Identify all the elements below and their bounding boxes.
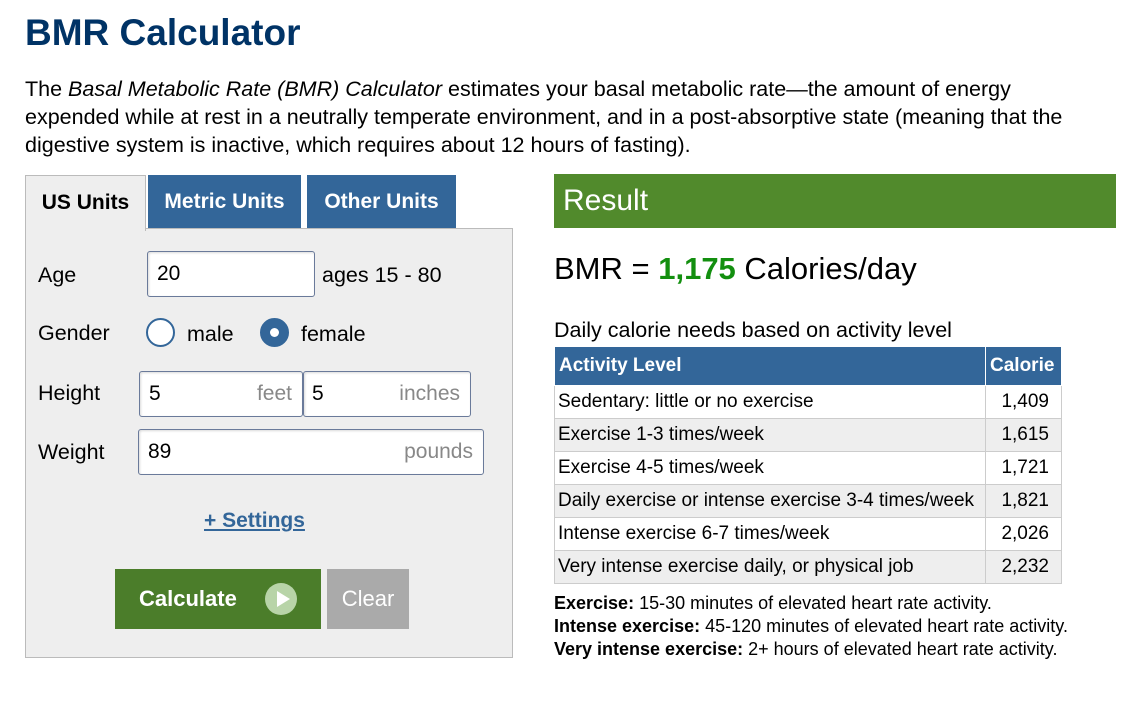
tab-other-units[interactable]: Other Units <box>307 175 456 229</box>
height-label: Height <box>38 381 101 405</box>
exercise-notes: Exercise: 15-30 minutes of elevated hear… <box>554 592 1068 661</box>
age-label: Age <box>38 263 77 287</box>
table-header-row: Activity Level Calorie <box>554 346 1062 386</box>
height-feet-value: 5 <box>149 382 161 405</box>
intro-paragraph: The Basal Metabolic Rate (BMR) Calculato… <box>25 75 1105 159</box>
height-inches-input[interactable]: 5 inches <box>303 371 471 417</box>
note-term: Intense exercise: <box>554 616 701 636</box>
activity-cell: Exercise 4-5 times/week <box>554 451 986 485</box>
bmr-prefix: BMR = <box>554 251 659 286</box>
page-title: BMR Calculator <box>25 12 301 53</box>
weight-value: 89 <box>148 440 172 463</box>
tab-us-units[interactable]: US Units <box>25 175 146 231</box>
calorie-cell: 1,821 <box>985 484 1062 518</box>
age-value: 20 <box>157 262 181 285</box>
result-header: Result <box>554 174 1116 228</box>
feet-unit: feet <box>256 382 292 405</box>
age-hint: ages 15 - 80 <box>322 263 442 287</box>
bmr-value: 1,175 <box>658 251 736 286</box>
activity-cell: Daily exercise or intense exercise 3-4 t… <box>554 484 986 518</box>
tab-metric-units[interactable]: Metric Units <box>148 175 301 229</box>
clear-button[interactable]: Clear <box>327 569 409 629</box>
note-text: 45-120 minutes of elevated heart rate ac… <box>700 616 1068 636</box>
gender-female-label[interactable]: female <box>301 322 366 347</box>
note-text: 15-30 minutes of elevated heart rate act… <box>634 593 992 613</box>
calculator-form: Age 20 ages 15 - 80 Gender male female H… <box>25 228 513 658</box>
calculate-button[interactable]: Calculate <box>115 569 321 629</box>
gender-male-label[interactable]: male <box>187 322 234 347</box>
result-header-text: Result <box>563 184 649 217</box>
calorie-cell: 1,721 <box>985 451 1062 485</box>
note-exercise: Exercise: 15-30 minutes of elevated hear… <box>554 592 1068 615</box>
weight-input[interactable]: 89 pounds <box>138 429 484 475</box>
note-text: 2+ hours of elevated heart rate activity… <box>743 639 1058 659</box>
table-row: Very intense exercise daily, or physical… <box>554 550 1062 584</box>
height-inches-value: 5 <box>312 382 324 405</box>
table-row: Intense exercise 6-7 times/week 2,026 <box>554 517 1062 551</box>
activity-cell: Very intense exercise daily, or physical… <box>554 550 986 584</box>
daily-needs-title: Daily calorie needs based on activity le… <box>554 318 952 342</box>
note-very-intense-exercise: Very intense exercise: 2+ hours of eleva… <box>554 638 1068 661</box>
gender-label: Gender <box>38 321 110 345</box>
note-term: Very intense exercise: <box>554 639 744 659</box>
calorie-cell: 1,615 <box>985 418 1062 452</box>
calculate-label: Calculate <box>139 586 237 611</box>
pounds-unit: pounds <box>404 440 473 463</box>
table-row: Daily exercise or intense exercise 3-4 t… <box>554 484 1062 518</box>
note-term: Exercise: <box>554 593 635 613</box>
inches-unit: inches <box>399 382 460 405</box>
bmr-result: BMR = 1,175 Calories/day <box>554 251 917 287</box>
activity-level-header: Activity Level <box>554 346 986 386</box>
play-icon <box>265 583 297 615</box>
table-row: Exercise 4-5 times/week 1,721 <box>554 451 1062 485</box>
table-row: Sedentary: little or no exercise 1,409 <box>554 385 1062 419</box>
intro-prefix: The <box>25 77 69 101</box>
calorie-header: Calorie <box>985 346 1062 386</box>
settings-link[interactable]: + Settings <box>204 509 305 533</box>
note-intense-exercise: Intense exercise: 45-120 minutes of elev… <box>554 615 1068 638</box>
height-feet-input[interactable]: 5 feet <box>139 371 303 417</box>
age-input[interactable]: 20 <box>147 251 315 297</box>
calorie-cell: 2,026 <box>985 517 1062 551</box>
intro-italic: Basal Metabolic Rate (BMR) Calculator <box>68 77 443 101</box>
bmr-suffix: Calories/day <box>735 251 917 286</box>
activity-cell: Exercise 1-3 times/week <box>554 418 986 452</box>
weight-label: Weight <box>38 440 105 464</box>
gender-female-radio[interactable] <box>260 318 289 347</box>
activity-cell: Sedentary: little or no exercise <box>554 385 986 419</box>
table-row: Exercise 1-3 times/week 1,615 <box>554 418 1062 452</box>
calorie-cell: 2,232 <box>985 550 1062 584</box>
activity-table: Activity Level Calorie Sedentary: little… <box>554 346 1062 584</box>
activity-cell: Intense exercise 6-7 times/week <box>554 517 986 551</box>
calorie-cell: 1,409 <box>985 385 1062 419</box>
gender-male-radio[interactable] <box>146 318 175 347</box>
